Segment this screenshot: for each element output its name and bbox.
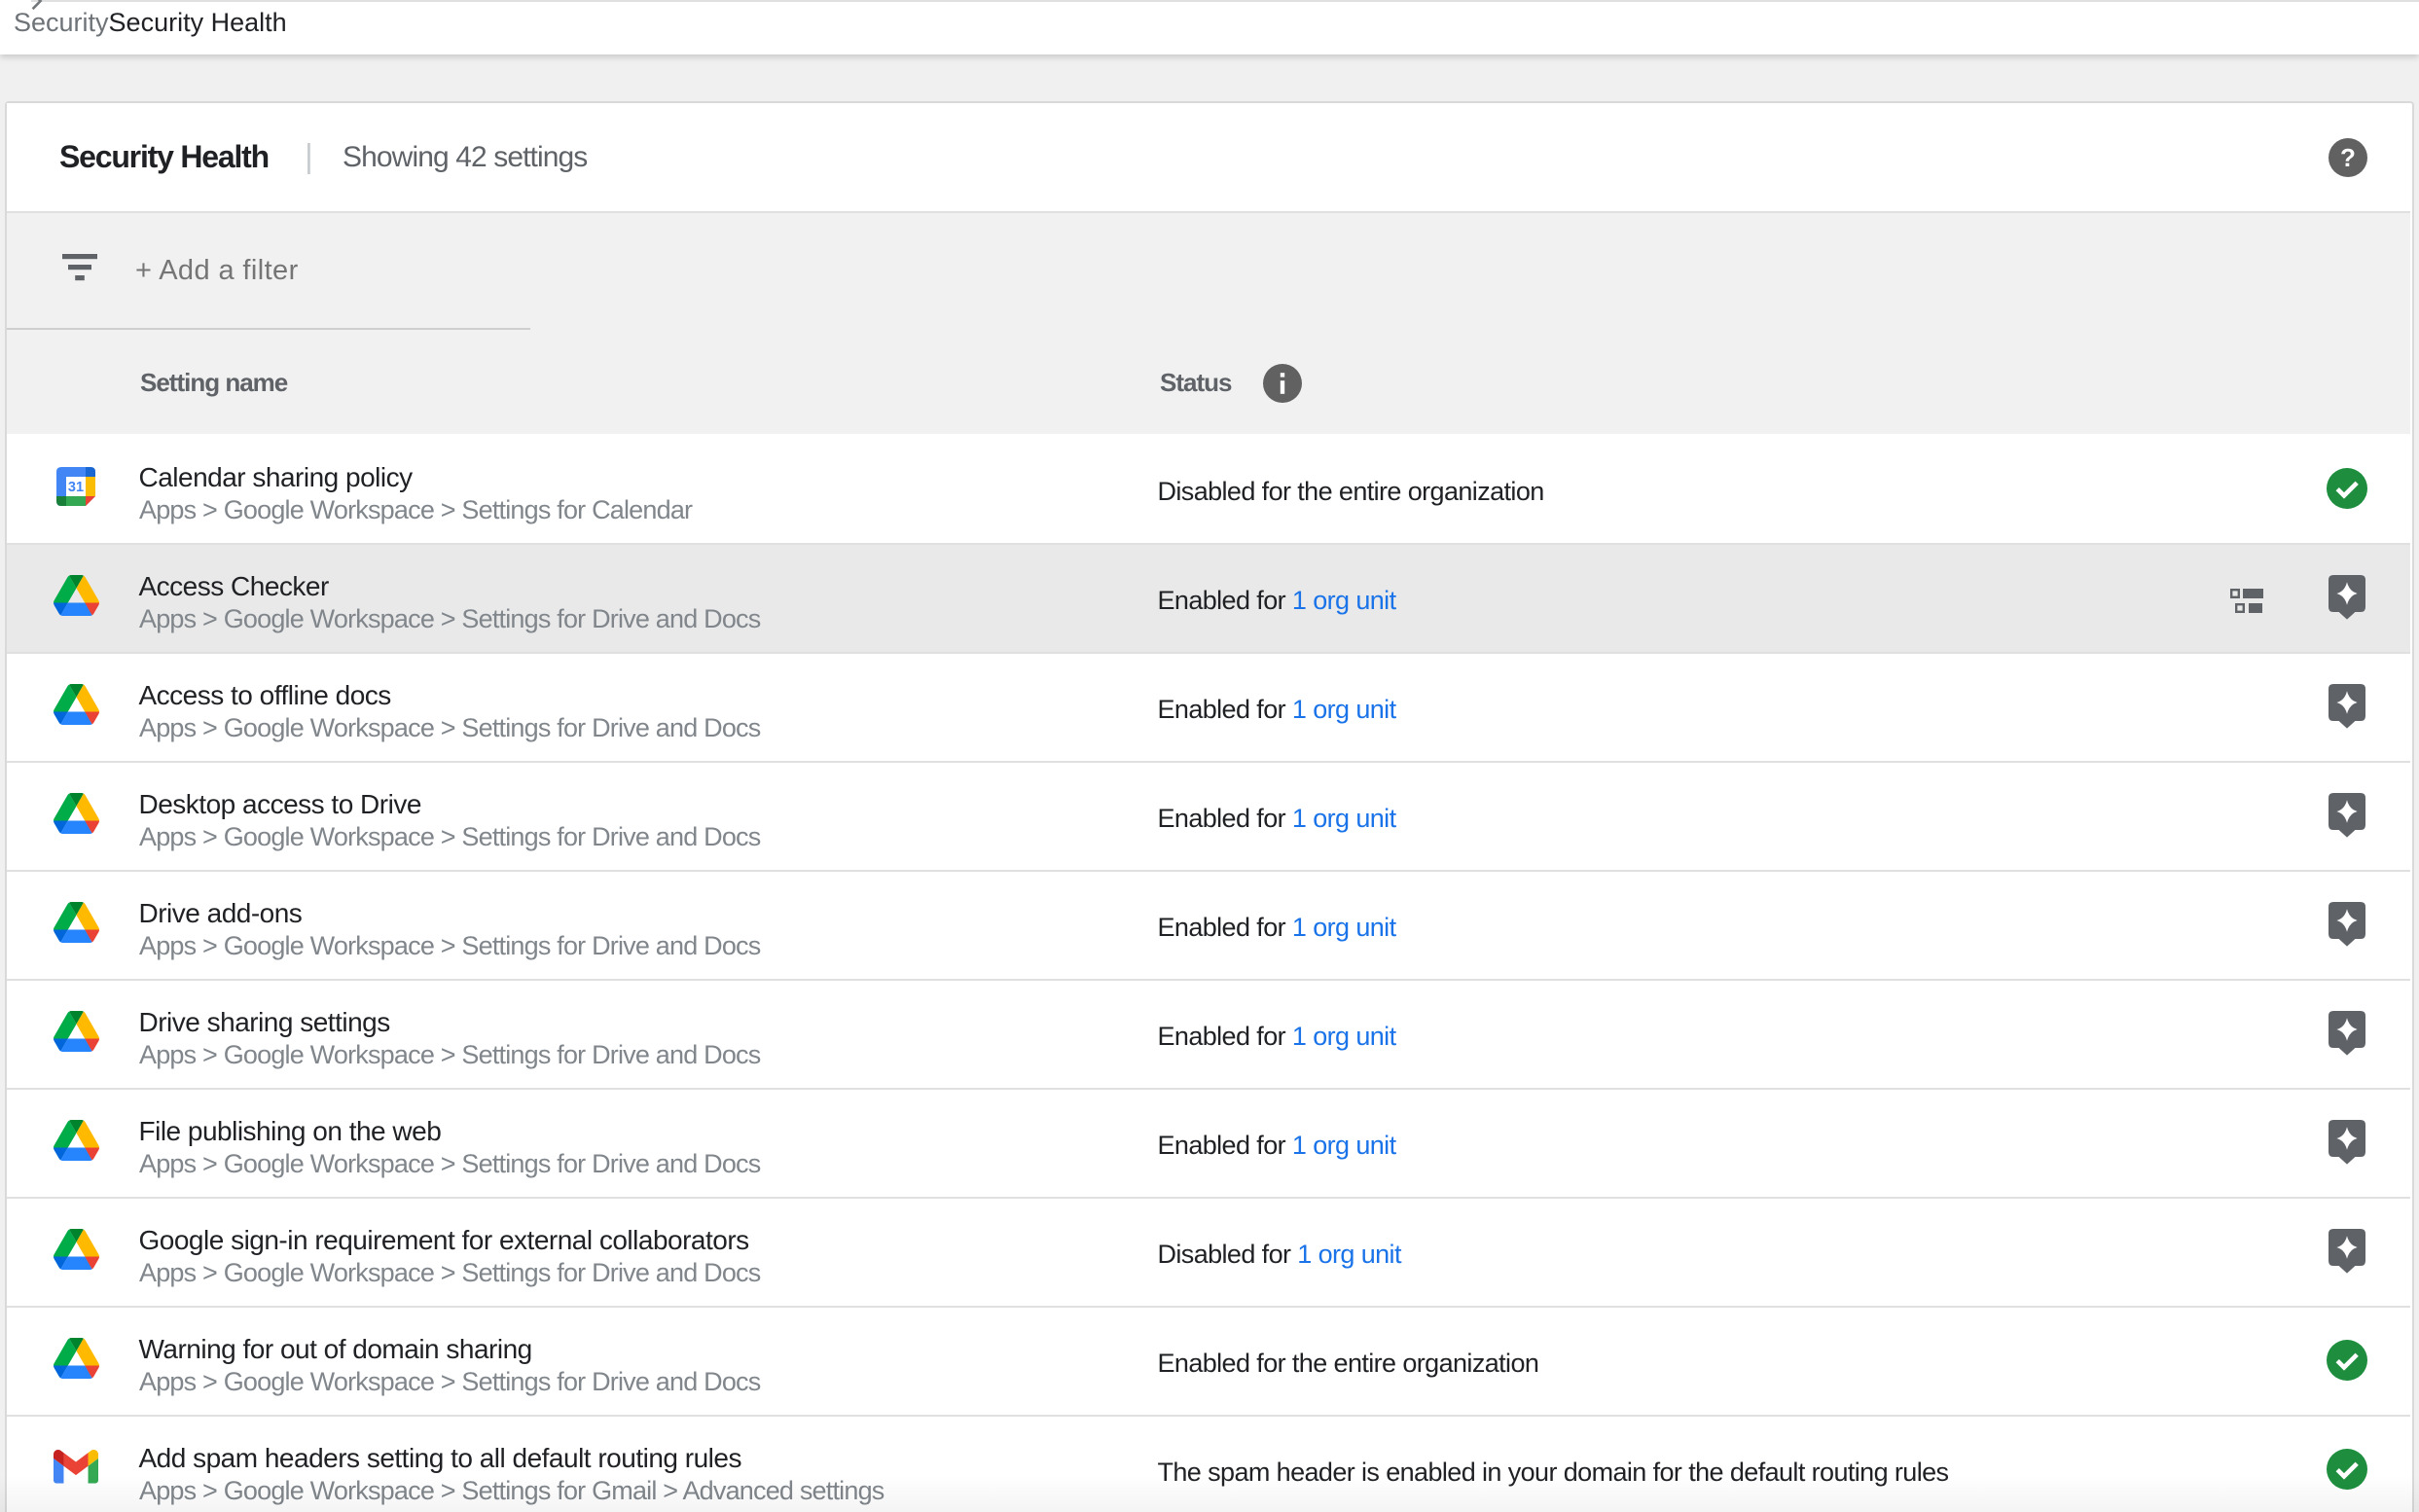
svg-text:?: ? bbox=[2340, 143, 2356, 172]
svg-text:31: 31 bbox=[68, 480, 84, 495]
